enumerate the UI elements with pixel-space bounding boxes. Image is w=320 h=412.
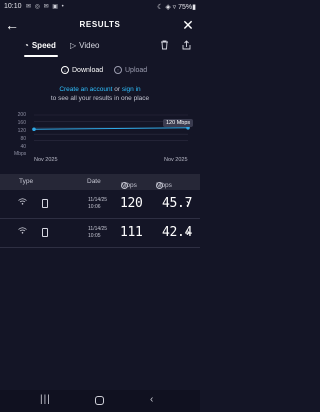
tab-download-label: Download bbox=[72, 66, 104, 74]
tab-upload[interactable]: ↑ Upload bbox=[114, 66, 147, 74]
recent-apps-icon[interactable]: ||| bbox=[40, 394, 51, 405]
chevron-right-icon[interactable]: › bbox=[186, 225, 190, 239]
active-tab-indicator bbox=[24, 55, 58, 57]
y-tick-label: 160 bbox=[17, 120, 26, 126]
wifi-icon bbox=[18, 198, 27, 207]
table-row[interactable]: 11/14/25 10:05 111 42.4 › bbox=[0, 219, 200, 248]
speed-chart: 200 160 120 80 40 Mbps Nov 2025 Nov 2025… bbox=[0, 112, 200, 166]
system-nav-bar: ||| ‹ bbox=[0, 390, 200, 412]
download-speed: 120 bbox=[120, 196, 143, 211]
create-account-link[interactable]: Create an account bbox=[59, 86, 112, 93]
upload-arrow-icon: ↑ bbox=[114, 66, 122, 74]
home-icon[interactable] bbox=[95, 396, 104, 405]
header: ← RESULTS ✕ bbox=[0, 14, 200, 36]
chevron-right-icon[interactable]: › bbox=[186, 196, 190, 210]
y-tick-label: 200 bbox=[17, 112, 26, 118]
y-tick-label: 120 bbox=[17, 128, 26, 134]
y-tick-label: 80 bbox=[20, 136, 26, 142]
tab-speed-label: Speed bbox=[31, 41, 56, 50]
result-date: 11/14/25 bbox=[88, 226, 108, 232]
result-time: 10:05 bbox=[88, 232, 101, 239]
data-value-label: 120 Mbps bbox=[163, 119, 194, 127]
tab-download[interactable]: ↓ Download bbox=[61, 66, 103, 74]
trash-icon[interactable] bbox=[160, 40, 169, 53]
x-tick-label: Nov 2025 bbox=[34, 157, 58, 163]
account-prompt: Create an account or sign in to see all … bbox=[0, 86, 200, 103]
download-arrow-icon: ↓ bbox=[61, 66, 69, 74]
column-upload-label: Mbps bbox=[156, 182, 172, 189]
y-axis-unit: Mbps bbox=[14, 151, 27, 157]
close-icon[interactable]: ✕ bbox=[179, 16, 197, 34]
table-row[interactable]: 11/14/25 10:06 120 45.7 › bbox=[0, 190, 200, 219]
result-date: 11/14/25 bbox=[88, 197, 108, 203]
result-tabs: ◔ Speed ▷ Video bbox=[0, 36, 200, 58]
tab-upload-label: Upload bbox=[125, 66, 148, 74]
data-point[interactable] bbox=[32, 127, 36, 132]
play-icon: ▷ bbox=[70, 41, 77, 50]
tab-video-label: Video bbox=[79, 41, 100, 50]
page-title: RESULTS bbox=[79, 20, 121, 29]
speedometer-icon: ◔ bbox=[24, 41, 29, 50]
results-list: 11/14/25 10:06 120 45.7 › 11/14/25 10:05… bbox=[0, 190, 200, 248]
download-speed: 111 bbox=[120, 225, 143, 240]
results-table-header: Type Date ↓ Mbps ↑ Mbps bbox=[0, 174, 200, 190]
x-tick-label: Nov 2025 bbox=[164, 157, 188, 163]
phone-icon bbox=[42, 199, 48, 208]
direction-tabs: ↓ Download ↑ Upload bbox=[0, 64, 200, 78]
result-time: 10:06 bbox=[88, 203, 101, 210]
y-tick-label: 40 bbox=[20, 144, 26, 150]
column-date: Date bbox=[87, 178, 101, 185]
status-bar: 10:10 ✉ ◎ ✉ ▣ • ☾ ◈ ▿ 75%▮ bbox=[0, 0, 200, 14]
tab-speed[interactable]: ◔ Speed bbox=[24, 41, 56, 50]
wifi-icon bbox=[18, 227, 27, 236]
tab-video[interactable]: ▷ Video bbox=[70, 41, 99, 50]
sign-in-link[interactable]: sign in bbox=[122, 86, 141, 93]
system-status: ☾ ◈ ▿ 75%▮ bbox=[157, 4, 196, 11]
result-datetime: 11/14/25 10:05 bbox=[88, 226, 107, 239]
or-text: or bbox=[112, 86, 122, 93]
share-icon[interactable] bbox=[182, 40, 191, 53]
column-download-label: Mbps bbox=[121, 182, 137, 189]
back-icon[interactable]: ‹ bbox=[150, 394, 153, 405]
clock: 10:10 bbox=[4, 3, 22, 10]
notification-icons: ✉ ◎ ✉ ▣ • bbox=[26, 4, 65, 10]
result-datetime: 11/14/25 10:06 bbox=[88, 197, 107, 210]
column-type: Type bbox=[19, 178, 34, 185]
account-subtitle: to see all your results in one place bbox=[50, 94, 150, 102]
phone-icon bbox=[42, 228, 48, 237]
